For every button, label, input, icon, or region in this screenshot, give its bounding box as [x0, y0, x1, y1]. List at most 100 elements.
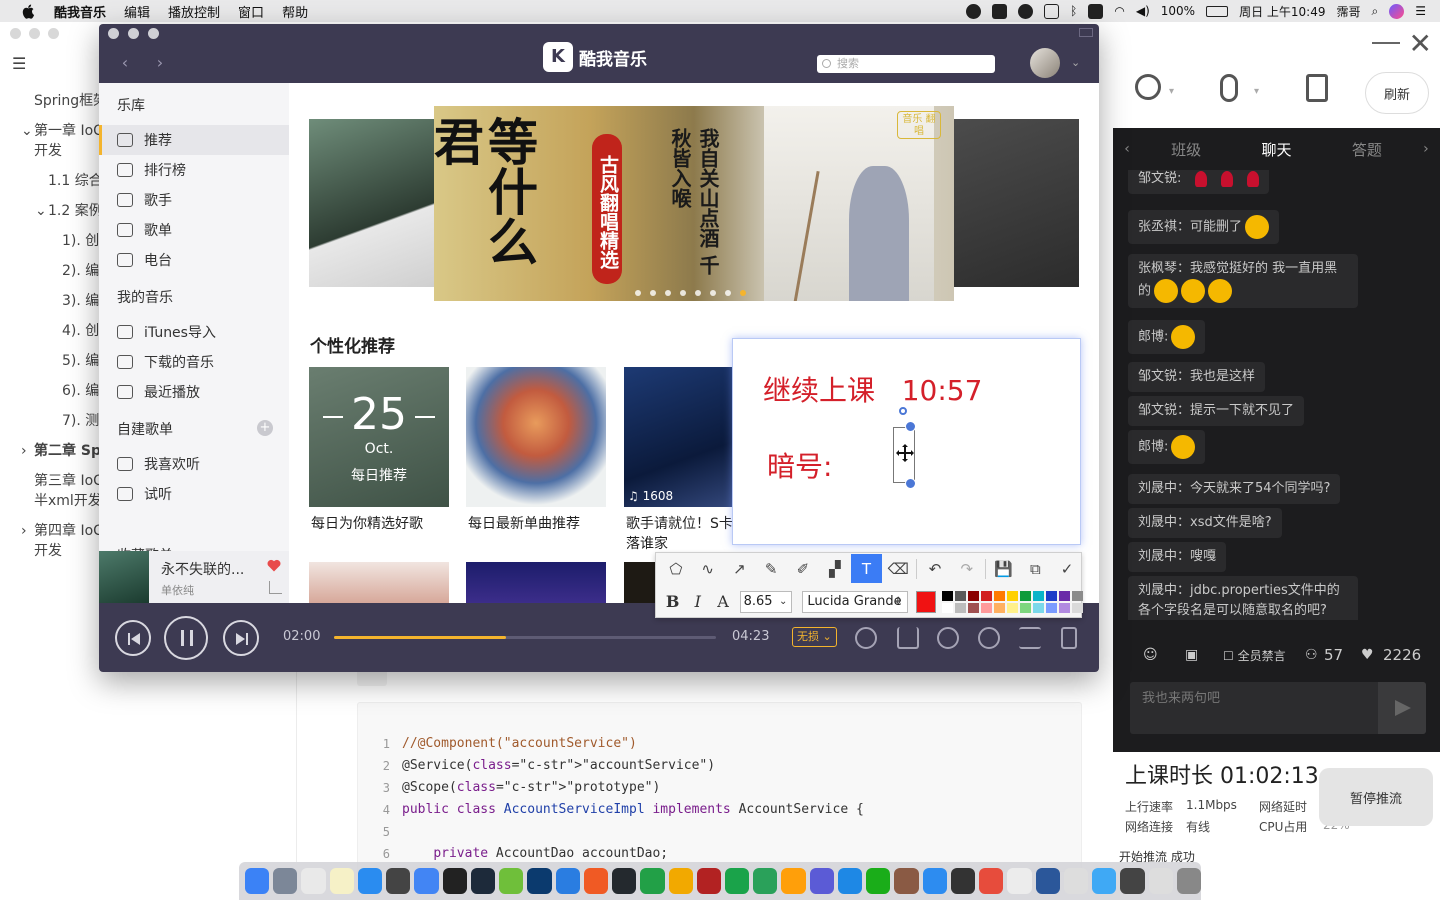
rec-card-daily[interactable]: 25 Oct. 每日推荐 每日为你精选好歌	[309, 367, 449, 532]
speaker-toggle[interactable]	[1306, 74, 1340, 108]
close-handle-icon[interactable]	[905, 421, 916, 432]
toc-item[interactable]: 1.2 案例	[48, 200, 100, 220]
toc-item[interactable]: 1.1 综合	[48, 170, 100, 190]
pause-stream-button[interactable]: 暂停推流	[1319, 768, 1433, 826]
color-swatch[interactable]	[1019, 602, 1031, 613]
color-swatch[interactable]	[980, 602, 992, 613]
italic-icon[interactable]: I	[685, 589, 710, 615]
emoji-picker-icon[interactable]: ☺	[1143, 647, 1158, 663]
text-tool-icon[interactable]: T	[850, 554, 883, 583]
now-playing-mini[interactable]: 永不失联的... 单依纯	[99, 551, 289, 603]
sidebar-item[interactable]: 歌单	[99, 215, 289, 245]
bold-icon[interactable]: B	[660, 589, 685, 615]
sidebar-item[interactable]: 我喜欢听	[99, 449, 289, 479]
redo-icon[interactable]: ↷	[951, 554, 983, 583]
dock-app-icon[interactable]	[386, 868, 411, 894]
banner-dot[interactable]	[635, 290, 641, 296]
add-to-playlist-icon[interactable]	[855, 627, 877, 649]
menu-edit[interactable]: 编辑	[124, 2, 150, 21]
dock-app-icon[interactable]	[1176, 868, 1201, 894]
banner-prev-image[interactable]	[309, 119, 439, 287]
toc-item[interactable]: 3). 编写	[62, 290, 100, 310]
menubar-clock[interactable]: 周日 上午10:49	[1239, 3, 1325, 20]
toc-caret-icon[interactable]: ⌄	[35, 203, 47, 219]
toc-item[interactable]: 5). 编写	[62, 350, 100, 370]
banner-dot[interactable]	[695, 290, 701, 296]
menubar-user[interactable]: 霈哥	[1336, 3, 1360, 20]
add-playlist-icon[interactable]: +	[257, 420, 273, 436]
dock-app-icon[interactable]	[442, 868, 467, 894]
dock-app-icon[interactable]	[499, 868, 524, 894]
forward-button[interactable]: ›	[143, 51, 177, 75]
dock-app-icon[interactable]	[301, 868, 326, 894]
highlighter-tool-icon[interactable]: ✐	[787, 554, 819, 583]
dock-app-icon[interactable]	[357, 868, 383, 894]
battery-icon[interactable]	[1206, 5, 1229, 17]
dock-app-icon[interactable]	[922, 868, 947, 894]
music-status-icon[interactable]	[1018, 3, 1034, 19]
color-swatch[interactable]	[967, 602, 979, 613]
color-swatch[interactable]	[1045, 602, 1057, 613]
previous-button[interactable]	[115, 620, 151, 656]
toc-item[interactable]: 7). 测试	[62, 410, 100, 430]
grid-status-icon[interactable]	[1044, 3, 1060, 19]
app-status-icon[interactable]	[992, 3, 1008, 19]
toc-item[interactable]: 第一章 IoC	[34, 120, 100, 140]
volume-icon[interactable]	[1061, 627, 1077, 649]
sidebar-item[interactable]: iTunes导入	[99, 317, 289, 347]
menu-playback[interactable]: 播放控制	[168, 2, 220, 21]
siri-icon[interactable]	[1389, 3, 1405, 19]
rec-card-label[interactable]: 每日最新单曲推荐	[468, 514, 608, 534]
color-swatch[interactable]	[1032, 590, 1044, 601]
dock-app-icon[interactable]	[950, 868, 976, 894]
toc-item[interactable]: 1). 创建	[62, 230, 100, 250]
dock-app-icon[interactable]	[1035, 868, 1060, 894]
dock-app-icon[interactable]	[527, 868, 552, 894]
dock-app-icon[interactable]	[1007, 868, 1032, 894]
toc-item[interactable]: 2). 编写	[62, 260, 100, 280]
playlist-icon[interactable]	[1019, 627, 1041, 649]
dock-app-icon[interactable]	[414, 868, 439, 894]
dock-app-icon[interactable]	[273, 868, 298, 894]
pause-button[interactable]	[164, 616, 208, 660]
banner-dot[interactable]	[680, 290, 686, 296]
color-swatch[interactable]	[954, 602, 966, 613]
heart-icon[interactable]	[267, 559, 281, 572]
color-swatch[interactable]	[1032, 602, 1044, 613]
dock-app-icon[interactable]	[245, 868, 270, 894]
sync-status-icon[interactable]	[1088, 3, 1104, 19]
now-playing-title[interactable]: 永不失联的...	[161, 559, 244, 579]
toc-caret-icon[interactable]: ›	[21, 523, 27, 539]
repeat-icon[interactable]	[937, 627, 959, 649]
toc-item[interactable]: 第三章 IoC	[34, 470, 100, 490]
shape-tool-icon[interactable]: ⬠	[660, 554, 692, 583]
sidebar-item[interactable]: 歌手	[99, 185, 289, 215]
dock-app-icon[interactable]	[724, 868, 750, 894]
curve-tool-icon[interactable]: ∿	[692, 554, 724, 583]
sidebar-item[interactable]: 排行榜	[99, 155, 289, 185]
save-icon[interactable]: 💾	[988, 554, 1020, 583]
dock-app-icon[interactable]	[640, 868, 665, 894]
resize-handle-icon[interactable]	[905, 478, 916, 489]
dock-app-icon[interactable]	[1148, 868, 1173, 894]
featured-banner[interactable]: 等什么君 古风翻唱精选 我自关山点酒 千秋皆入喉 音乐 翻唱	[434, 106, 954, 301]
mute-all-checkbox[interactable]: ☐ 全员禁言	[1223, 647, 1286, 664]
sidebar-item[interactable]: 下载的音乐	[99, 347, 289, 377]
rec-card-label[interactable]: 每日为你精选好歌	[311, 514, 451, 534]
mosaic-tool-icon[interactable]: ▞	[819, 554, 851, 583]
dock-app-icon[interactable]	[1092, 868, 1117, 894]
volume-icon[interactable]: ◀)	[1136, 4, 1150, 18]
dock-app-icon[interactable]	[555, 868, 580, 894]
color-swatch[interactable]	[967, 590, 979, 601]
daily-cover[interactable]: 25 Oct. 每日推荐	[309, 367, 449, 507]
heart-icon[interactable]: ♥	[1361, 647, 1374, 663]
color-swatch[interactable]	[993, 590, 1005, 601]
dock-app-icon[interactable]	[583, 868, 609, 894]
zoom-dot-icon[interactable]	[148, 28, 159, 39]
tabs-next-icon[interactable]: ›	[1412, 141, 1440, 157]
color-swatch[interactable]	[1045, 590, 1057, 601]
tabs-prev-icon[interactable]: ‹	[1113, 141, 1141, 157]
color-swatch[interactable]	[1058, 590, 1070, 601]
arrow-tool-icon[interactable]: ↗	[724, 554, 756, 583]
menu-window[interactable]: 窗口	[238, 2, 264, 21]
